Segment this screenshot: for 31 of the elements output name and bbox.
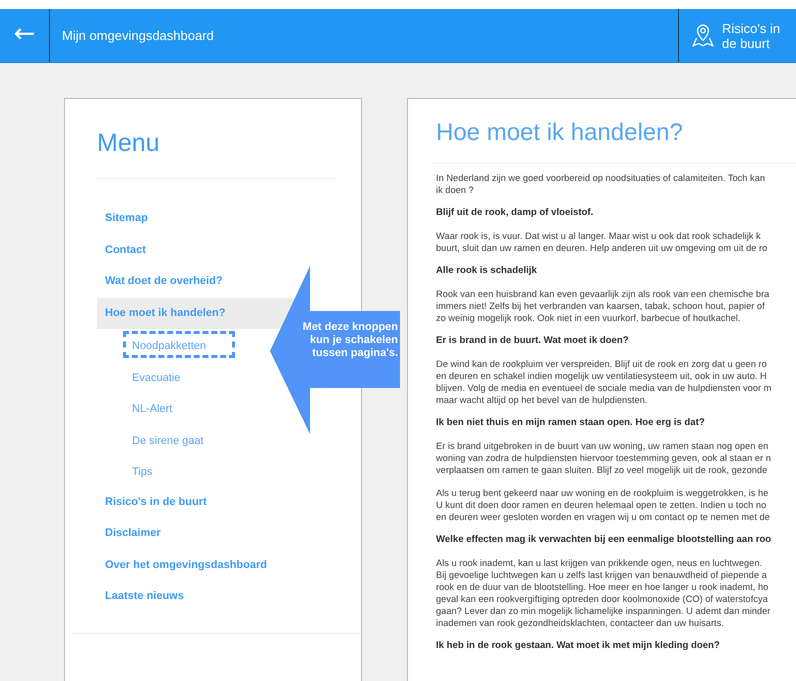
menu-item[interactable]: Laatste nieuws xyxy=(97,581,295,612)
menu-item[interactable]: Hoe moet ik handelen? xyxy=(97,298,295,329)
section-heading: Alle rook is schadelijk xyxy=(436,265,538,277)
submenu-item[interactable]: Tips xyxy=(123,457,182,484)
section-heading: Er is brand in de buurt. Wat moet ik doen? xyxy=(436,335,630,347)
menu-item[interactable]: Risico's in de buurt xyxy=(97,486,295,518)
section-heading: Ik ben niet thuis en mijn ramen staan open. Hoe erg is dat? xyxy=(436,417,706,429)
menu-item[interactable]: Wat doet de overheid? xyxy=(97,266,295,298)
submenu-item[interactable]: De sirene gaat xyxy=(123,426,233,452)
paragraph: Als u terug bent gekeerd naar uw woning en de rookpluim is weggetrokken, is he U kunt dit doen door ramen en deuren helemaal open te zetten. Indien u toch no en deuren weer gesloten worden en vragen wij u om contact op te nemen met de xyxy=(436,487,771,523)
section-heading: Blijf uit de rook, damp of vloeistof. xyxy=(436,207,594,219)
menu-item[interactable]: Contact xyxy=(97,234,295,266)
submenu-item[interactable]: Noodpakketten xyxy=(123,331,235,358)
menu-item[interactable]: Over het omgevingsdashboard xyxy=(97,550,295,581)
section-heading: Welke effecten mag ik verwachten bij een eenmalige blootstelling aan roo xyxy=(436,534,772,546)
submenu-item[interactable]: Evacuatie xyxy=(123,362,210,390)
paragraph: Als u rook inademt, kan u last krijgen van prikkende ogen, neus en luchtwegen. Bij gevoelige luchtwegen kan u zelfs last krijgen van benauwdheid of piepende a rook en de duur van de blootstelling. Hoe meer en hoe langer u rook inademt, ho geval kan een rookvergiftiging optreden door koolmonoxide (CO) of waterstofcya gaan? Lever dan zo min mogelijk lichamelijke inspanningen. U ademt dan minder inademen van rook gezondheidsklachten, contacteer dan uw huisarts. xyxy=(436,557,772,629)
paragraph: De wind kan de rookpluim ver verspreiden. Blijf uit de rook en zorg dat u geen ro en deuren en schakel indien mogelijk uw ventilatiesysteem uit, ook in uw auto. H blijven. Volg de media en eventueel de sociale media van de hulpdiensten voor m maar wacht altijd op het bevel van de hulpdiensten. xyxy=(436,358,772,406)
menu-title: Menu xyxy=(97,129,161,158)
callout-text: Met deze knoppen kun je schakelen tussen pagina's. xyxy=(302,321,398,360)
paragraph: Er is brand uitgebroken in de buurt van uw woning, uw ramen staan nog open en woning van zodra de hulpdiensten hiervoor toestemming geven, ook al staan er n verplaatsen om ramen te gaan sluiten. Blijf zo veel mogelijk uit de rook, gezonde xyxy=(436,440,772,476)
section-heading: Ik heb in de rook gestaan. Wat moet ik met mijn kleding doen? xyxy=(436,640,721,652)
map-pin-icon xyxy=(690,22,716,48)
content-title: Hoe moet ik handelen? xyxy=(436,119,684,147)
page-title: Mijn omgevingsdashboard xyxy=(62,28,215,43)
submenu-item[interactable]: NL-Alert xyxy=(123,394,202,421)
paragraph: Rook van een huisbrand kan even gevaarlijk zijn als rook van een chemische bra immers niet! Zelfs bij het verbranden van kaarsen, tabak, schoon hout, papier of zo weinig mogelijk rook. Ook niet in een vuurkorf, barbecue of houtkachel. xyxy=(436,288,770,324)
paragraph: In Nederland zijn we goed voorbereid op noodsituaties of calamiteiten. Toch kan ik doen ? xyxy=(436,172,766,196)
menu-item[interactable]: Disclaimer xyxy=(97,518,295,550)
menu-item[interactable]: Sitemap xyxy=(97,203,295,234)
paragraph: Waar rook is, is vuur. Dat wist u al langer. Maar wist u ook dat rook schadelijk k buurt, sluit dan uw ramen en deuren. Help anderen uit uw omgeving om uit de ro xyxy=(436,230,768,254)
